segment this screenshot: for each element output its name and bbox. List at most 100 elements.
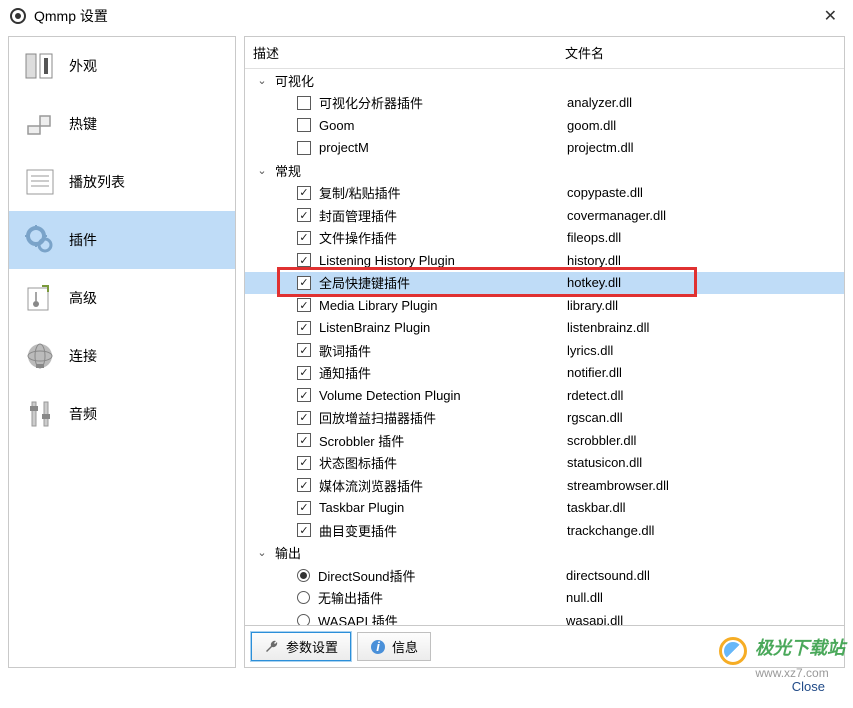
plugin-desc: WASAPI 插件: [318, 611, 566, 625]
plugin-row[interactable]: ✓ Taskbar Plugintaskbar.dll: [245, 497, 844, 520]
checkbox[interactable]: ✓: [297, 343, 311, 357]
plugin-row[interactable]: ✓曲目变更插件trackchange.dll: [245, 519, 844, 542]
column-header-desc[interactable]: 描述: [245, 37, 557, 68]
chevron-down-icon[interactable]: ⌄: [255, 546, 269, 560]
category-sidebar: 外观热键播放列表插件高级连接音频: [8, 36, 236, 668]
plugin-row[interactable]: WASAPI 插件wasapi.dll: [245, 609, 844, 625]
audio-icon: [21, 395, 59, 433]
tree-group[interactable]: ⌄ 可视化: [245, 69, 844, 92]
checkbox[interactable]: ✓: [297, 276, 311, 290]
plugin-row[interactable]: ✓ 封面管理插件covermanager.dll: [245, 204, 844, 227]
plugin-row[interactable]: 无输出插件null.dll: [245, 587, 844, 610]
wrench-icon: [264, 639, 280, 655]
checkbox[interactable]: ✓: [297, 478, 311, 492]
plugin-row[interactable]: ✓Scrobbler 插件scrobbler.dll: [245, 429, 844, 452]
info-button-label: 信息: [392, 637, 418, 656]
appearance-icon: [21, 47, 59, 85]
plugin-file: rdetect.dll: [567, 388, 844, 403]
plugin-row[interactable]: ✓媒体流浏览器插件streambrowser.dll: [245, 474, 844, 497]
plugin-row[interactable]: ✓ Media Library Pluginlibrary.dll: [245, 294, 844, 317]
sidebar-item-hotkeys[interactable]: 热键: [9, 95, 235, 153]
plugin-desc: 封面管理插件: [319, 206, 567, 225]
dialog-footer: Close: [0, 668, 853, 704]
group-label: 可视化: [275, 71, 565, 90]
info-button[interactable]: i 信息: [357, 632, 431, 661]
sidebar-item-audio[interactable]: 音频: [9, 385, 235, 443]
checkbox[interactable]: ✓: [297, 298, 311, 312]
settings-button[interactable]: 参数设置: [251, 632, 351, 661]
checkbox[interactable]: ✓: [297, 208, 311, 222]
checkbox[interactable]: ✓: [297, 321, 311, 335]
tree-body[interactable]: ⌄可视化可视化分析器插件analyzer.dllGoomgoom.dllproj…: [245, 69, 844, 625]
plugin-row[interactable]: ✓通知插件notifier.dll: [245, 362, 844, 385]
plugin-desc: Media Library Plugin: [319, 298, 567, 313]
plugin-file: directsound.dll: [566, 568, 844, 583]
checkbox[interactable]: ✓: [297, 456, 311, 470]
sidebar-item-plugins[interactable]: 插件: [9, 211, 235, 269]
plugin-row[interactable]: ✓Volume Detection Pluginrdetect.dll: [245, 384, 844, 407]
checkbox[interactable]: ✓: [297, 411, 311, 425]
chevron-down-icon[interactable]: ⌄: [255, 73, 269, 87]
plugin-file: streambrowser.dll: [567, 478, 844, 493]
plugin-row[interactable]: ✓回放增益扫描器插件rgscan.dll: [245, 407, 844, 430]
plugin-file: notifier.dll: [567, 365, 844, 380]
checkbox[interactable]: ✓: [297, 231, 311, 245]
plugin-row[interactable]: ✓文件操作插件fileops.dll: [245, 227, 844, 250]
plugin-desc: Taskbar Plugin: [319, 500, 567, 515]
sidebar-item-label: 音频: [69, 404, 97, 424]
plugin-row[interactable]: DirectSound插件directsound.dll: [245, 564, 844, 587]
plugin-file: covermanager.dll: [567, 208, 844, 223]
plugin-file: taskbar.dll: [567, 500, 844, 515]
sidebar-item-connect[interactable]: 连接: [9, 327, 235, 385]
radio-button[interactable]: [297, 614, 310, 625]
sidebar-item-label: 热键: [69, 114, 97, 134]
checkbox[interactable]: [297, 141, 311, 155]
checkbox[interactable]: ✓: [297, 186, 311, 200]
checkbox[interactable]: [297, 96, 311, 110]
sidebar-item-playlist[interactable]: 播放列表: [9, 153, 235, 211]
plugin-row[interactable]: Goomgoom.dll: [245, 114, 844, 137]
plugin-file: goom.dll: [567, 118, 844, 133]
plugin-row[interactable]: ✓全局快捷键插件hotkey.dll: [245, 272, 844, 295]
chevron-down-icon[interactable]: ⌄: [255, 163, 269, 177]
sidebar-item-label: 高级: [69, 288, 97, 308]
plugin-file: library.dll: [567, 298, 844, 313]
tree-group[interactable]: ⌄ 输出: [245, 542, 844, 565]
plugin-row[interactable]: ✓ListenBrainz Pluginlistenbrainz.dll: [245, 317, 844, 340]
plugin-file: rgscan.dll: [567, 410, 844, 425]
info-icon: i: [370, 639, 386, 655]
plugin-desc: ListenBrainz Plugin: [319, 320, 567, 335]
sidebar-item-label: 连接: [69, 346, 97, 366]
plugin-file: history.dll: [567, 253, 844, 268]
window-close-button[interactable]: ✕: [818, 6, 843, 26]
plugin-row[interactable]: 可视化分析器插件analyzer.dll: [245, 92, 844, 115]
sidebar-item-advanced[interactable]: 高级: [9, 269, 235, 327]
checkbox[interactable]: ✓: [297, 523, 311, 537]
plugin-row[interactable]: ✓状态图标插件statusicon.dll: [245, 452, 844, 475]
plugin-file: trackchange.dll: [567, 523, 844, 538]
radio-button[interactable]: [297, 569, 310, 582]
checkbox[interactable]: [297, 118, 311, 132]
checkbox[interactable]: ✓: [297, 501, 311, 515]
plugin-file: null.dll: [566, 590, 844, 605]
plugin-tree: 描述 文件名 ⌄ 可视化可视化分析器插件analyzer.dllGoomgoom.…: [244, 36, 845, 626]
checkbox[interactable]: ✓: [297, 433, 311, 447]
sidebar-item-label: 外观: [69, 56, 97, 76]
tree-header: 描述 文件名: [245, 37, 844, 69]
sidebar-item-appearance[interactable]: 外观: [9, 37, 235, 95]
plugins-icon: [21, 221, 59, 259]
plugin-row[interactable]: projectMprojectm.dll: [245, 137, 844, 160]
checkbox[interactable]: ✓: [297, 388, 311, 402]
tree-group[interactable]: ⌄常规: [245, 159, 844, 182]
plugin-row[interactable]: ✓复制/粘贴插件copypaste.dll: [245, 182, 844, 205]
close-button[interactable]: Close: [784, 677, 833, 696]
checkbox[interactable]: ✓: [297, 366, 311, 380]
checkbox[interactable]: ✓: [297, 253, 311, 267]
plugin-row[interactable]: ✓歌词插件lyrics.dll: [245, 339, 844, 362]
group-label: 输出: [275, 543, 565, 562]
plugin-desc: 全局快捷键插件: [319, 273, 567, 292]
radio-button[interactable]: [297, 591, 310, 604]
column-header-file[interactable]: 文件名: [557, 37, 844, 68]
plugin-row[interactable]: ✓Listening History Pluginhistory.dll: [245, 249, 844, 272]
plugin-file: projectm.dll: [567, 140, 844, 155]
